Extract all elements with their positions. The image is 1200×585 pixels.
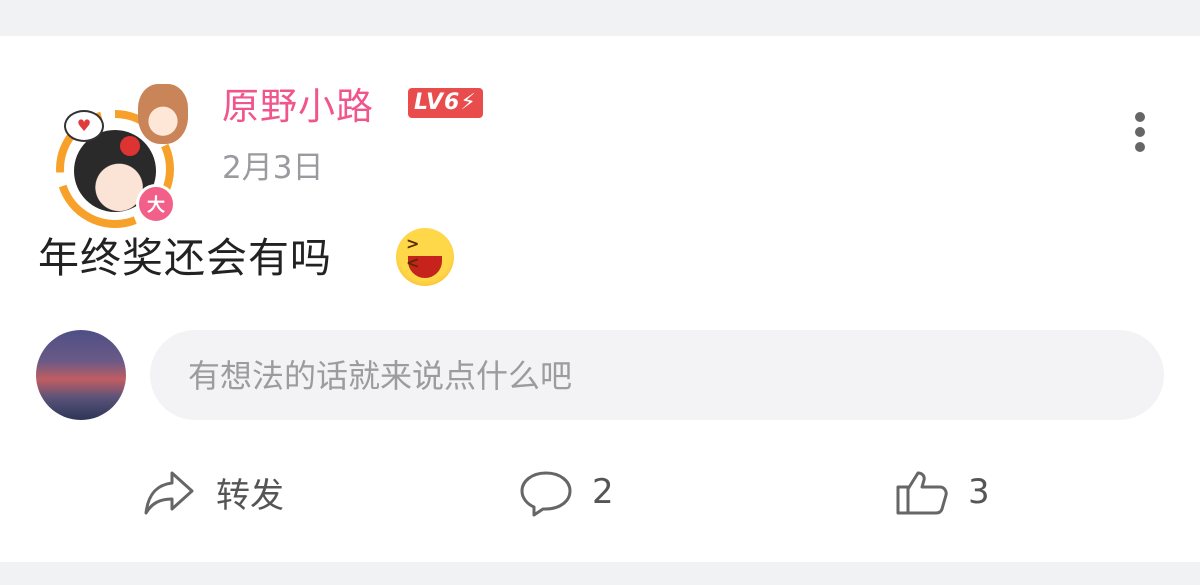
- like-button[interactable]: 3: [894, 460, 990, 524]
- comment-input-container[interactable]: [150, 330, 1164, 422]
- current-user-avatar: [36, 330, 126, 420]
- share-button[interactable]: 转发: [142, 460, 284, 524]
- share-label: 转发: [216, 475, 284, 516]
- avatar-decoration-character: [138, 84, 188, 144]
- author-name[interactable]: 原野小路: [222, 76, 374, 130]
- heart-icon: ♥: [64, 110, 104, 142]
- thumbs-up-icon: [896, 471, 948, 515]
- more-options-icon[interactable]: [1124, 110, 1156, 154]
- comment-input[interactable]: [186, 330, 1130, 422]
- comment-button[interactable]: 2: [518, 460, 614, 524]
- post-content: 年终奖还会有吗: [38, 234, 332, 282]
- share-icon: [144, 471, 194, 515]
- post-date: 2月3日: [222, 150, 324, 186]
- level-badge: LV6⚡: [408, 88, 483, 118]
- post-card: ♥ 大 原野小路 LV6⚡ 2月3日 年终奖还会有吗 转发 2 3: [0, 36, 1200, 562]
- comment-count: 2: [592, 472, 614, 512]
- avatar-badge: 大: [136, 184, 176, 224]
- laughing-face-icon: [396, 228, 454, 286]
- author-avatar[interactable]: ♥ 大: [52, 80, 188, 228]
- comment-icon: [520, 471, 572, 517]
- like-count: 3: [968, 472, 990, 512]
